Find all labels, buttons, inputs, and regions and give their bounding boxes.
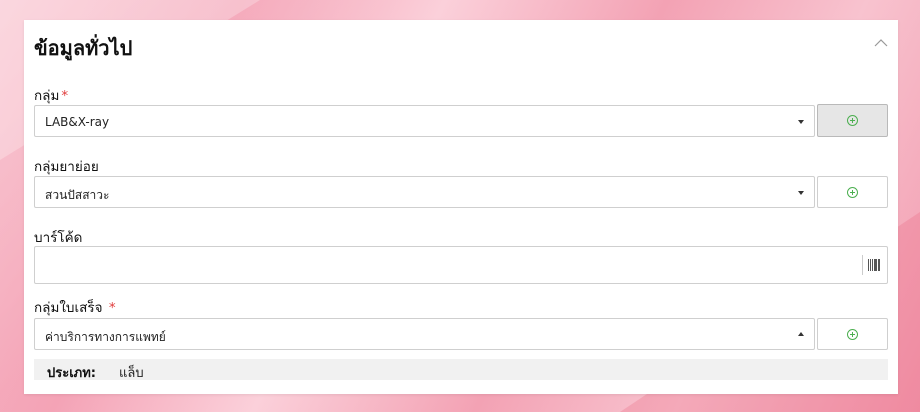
subgroup-select-value: สวนปัสสาวะ — [45, 188, 110, 202]
type-value: แล็บ — [119, 366, 144, 381]
type-key: ประเภท: — [47, 366, 96, 381]
barcode-label: บาร์โค้ด — [34, 230, 83, 246]
receipt-group-select[interactable]: ค่าบริการทางการแพทย์ — [34, 318, 815, 350]
general-info-card: ข้อมูลทั่วไป กลุ่ม * LAB&X-ray กลุ่มยาย่อ… — [24, 20, 898, 394]
dropdown-arrow-up-icon — [798, 332, 804, 336]
barcode-input[interactable] — [34, 246, 888, 284]
required-mark: * — [61, 88, 69, 104]
group-select[interactable]: LAB&X-ray — [34, 105, 815, 137]
subgroup-label: กลุ่มยาย่อย — [34, 159, 99, 175]
group-label: กลุ่ม * — [34, 88, 69, 104]
required-mark: * — [108, 300, 116, 316]
chevron-up-icon[interactable] — [874, 38, 888, 48]
plus-circle-icon — [847, 115, 858, 126]
plus-circle-icon — [847, 186, 858, 198]
add-receipt-group-button[interactable] — [817, 318, 888, 350]
dropdown-arrow-icon — [798, 120, 804, 124]
barcode-icon[interactable] — [868, 259, 881, 271]
add-group-button[interactable] — [817, 104, 888, 137]
section-title: ข้อมูลทั่วไป — [34, 36, 133, 60]
receipt-group-select-value: ค่าบริการทางการแพทย์ — [45, 330, 166, 344]
add-subgroup-button[interactable] — [817, 176, 888, 208]
divider — [862, 255, 863, 275]
type-info-bar: ประเภท: แล็บ — [34, 359, 888, 381]
subgroup-select[interactable]: สวนปัสสาวะ — [34, 176, 815, 208]
group-select-value: LAB&X-ray — [45, 115, 110, 129]
receipt-group-label: กลุ่มใบเสร็จ * — [34, 300, 116, 316]
plus-circle-icon — [847, 328, 858, 340]
dropdown-arrow-icon — [798, 191, 804, 195]
